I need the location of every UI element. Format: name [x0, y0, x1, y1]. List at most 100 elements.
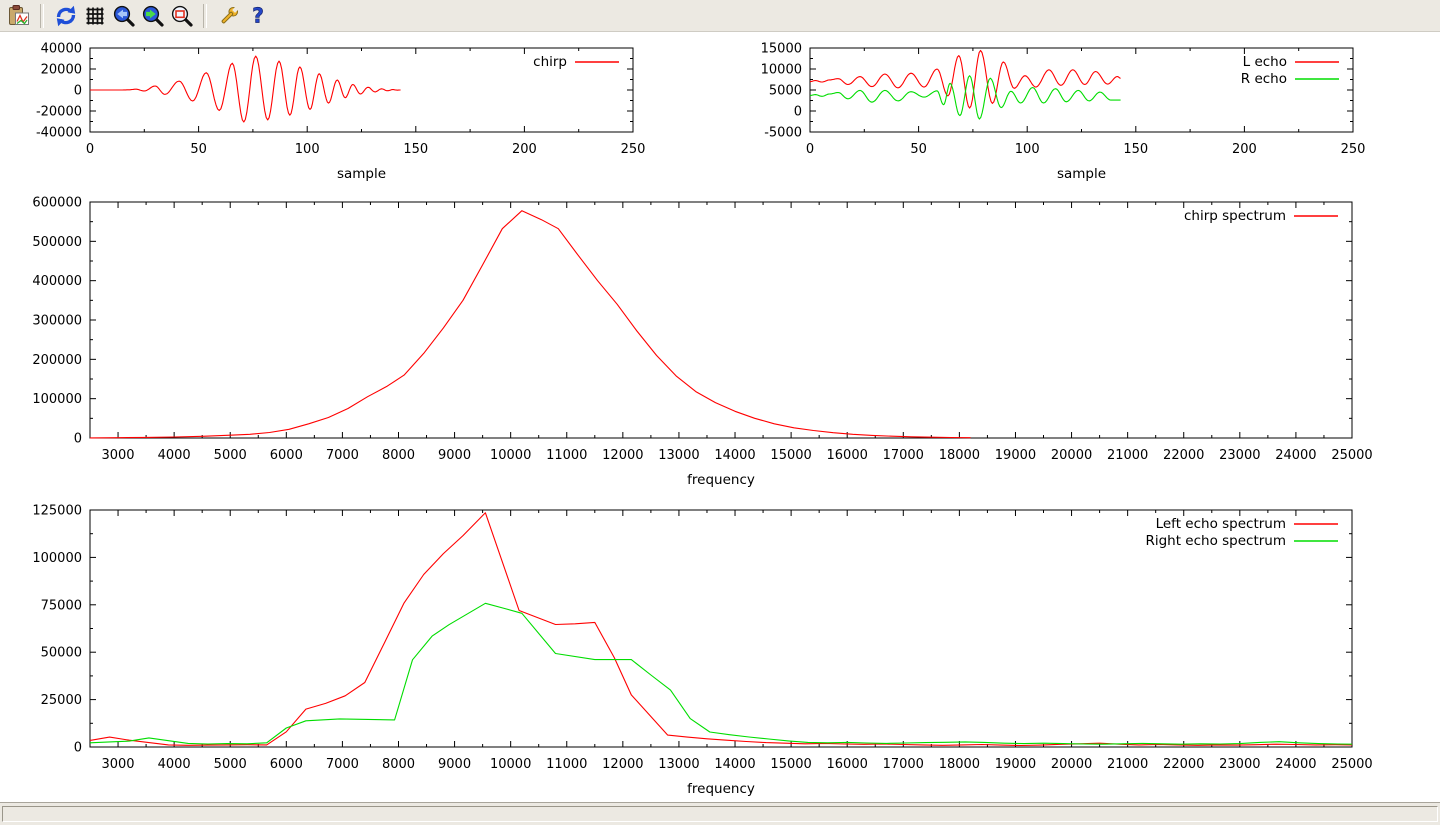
x-tick-label: 5000	[214, 757, 247, 772]
svg-text:?: ?	[252, 4, 264, 28]
x-tick-label: 9000	[438, 448, 471, 463]
replot-button[interactable]	[52, 2, 79, 29]
wrench-icon	[217, 4, 241, 28]
x-tick-label: 100	[295, 142, 320, 157]
x-tick-label: 15000	[770, 448, 811, 463]
x-tick-label: 20000	[1051, 757, 1092, 772]
x-tick-label: 9000	[438, 757, 471, 772]
status-text	[2, 806, 1438, 822]
question-mark-icon: ?	[246, 4, 270, 28]
y-tick-label: 50000	[41, 646, 82, 661]
x-tick-label: 8000	[382, 757, 415, 772]
y-tick-label: 600000	[32, 196, 82, 211]
x-tick-label: 150	[1123, 142, 1148, 157]
x-tick-label: 21000	[1107, 448, 1148, 463]
x-tick-label: 20000	[1051, 448, 1092, 463]
x-tick-label: 7000	[326, 448, 359, 463]
x-tick-label: 18000	[939, 757, 980, 772]
x-tick-label: 25000	[1331, 448, 1372, 463]
x-tick-label: 22000	[1163, 757, 1204, 772]
chirp-spectrum-axes	[90, 202, 1352, 438]
refresh-icon	[54, 4, 78, 28]
x-axis-label: sample	[337, 166, 386, 182]
x-tick-label: 250	[1341, 142, 1366, 157]
x-tick-label: 22000	[1163, 448, 1204, 463]
copy-plot-button[interactable]	[5, 2, 32, 29]
x-tick-label: 50	[910, 142, 927, 157]
x-tick-label: 17000	[883, 757, 924, 772]
x-tick-label: 200	[512, 142, 537, 157]
x-tick-label: 13000	[658, 448, 699, 463]
x-tick-label: 24000	[1275, 757, 1316, 772]
x-axis-label: frequency	[687, 472, 755, 488]
x-tick-label: 50	[190, 142, 207, 157]
series-r-echo	[810, 76, 1121, 119]
x-tick-label: 3000	[101, 448, 134, 463]
configure-button[interactable]	[215, 2, 242, 29]
status-bar	[0, 802, 1440, 825]
x-tick-label: 13000	[658, 757, 699, 772]
plot-chirp-spectrum[interactable]: 3000400050006000700080009000100001100012…	[32, 196, 1372, 489]
y-tick-label: -20000	[36, 105, 82, 120]
legend-label: Right echo spectrum	[1145, 533, 1286, 549]
x-tick-label: 19000	[995, 448, 1036, 463]
x-tick-label: 7000	[326, 757, 359, 772]
series-l-echo	[810, 51, 1121, 109]
x-tick-label: 12000	[602, 448, 643, 463]
y-tick-label: 40000	[41, 42, 82, 57]
y-tick-label: 125000	[32, 504, 82, 519]
magnifier-right-arrow-icon	[141, 4, 165, 28]
x-tick-label: 16000	[827, 448, 868, 463]
magnifier-left-arrow-icon	[112, 4, 136, 28]
x-tick-label: 24000	[1275, 448, 1316, 463]
x-tick-label: 17000	[883, 448, 924, 463]
x-tick-label: 6000	[270, 757, 303, 772]
x-tick-label: 10000	[490, 757, 531, 772]
plot-echo-waveforms[interactable]: 050100150200250-5000050001000015000sampl…	[761, 42, 1366, 183]
y-tick-label: 0	[794, 105, 802, 120]
x-tick-label: 8000	[382, 448, 415, 463]
toggle-grid-button[interactable]	[81, 2, 108, 29]
y-tick-label: 100000	[32, 551, 82, 566]
toolbar-separator	[203, 4, 207, 28]
y-tick-label: 0	[74, 84, 82, 99]
x-tick-label: 16000	[827, 757, 868, 772]
x-tick-label: 250	[621, 142, 646, 157]
x-tick-label: 10000	[490, 448, 531, 463]
x-tick-label: 18000	[939, 448, 980, 463]
y-tick-label: 15000	[761, 42, 802, 57]
x-tick-label: 21000	[1107, 757, 1148, 772]
series-chirp	[90, 56, 401, 122]
x-tick-label: 23000	[1219, 448, 1260, 463]
legend-label: Left echo spectrum	[1156, 516, 1286, 532]
y-tick-label: 200000	[32, 353, 82, 368]
zoom-next-button[interactable]	[139, 2, 166, 29]
series-right-echo-spectrum	[90, 603, 1352, 744]
y-tick-label: -40000	[36, 126, 82, 141]
x-tick-label: 100	[1015, 142, 1040, 157]
y-tick-label: 5000	[769, 84, 802, 99]
legend-label: chirp	[533, 54, 567, 70]
x-tick-label: 200	[1232, 142, 1257, 157]
help-button[interactable]: ?	[244, 2, 271, 29]
x-tick-label: 23000	[1219, 757, 1260, 772]
x-tick-label: 19000	[995, 757, 1036, 772]
plot-chirp-waveform[interactable]: 050100150200250-40000-2000002000040000sa…	[36, 42, 645, 183]
zoom-previous-button[interactable]	[110, 2, 137, 29]
toolbar-separator	[40, 4, 44, 28]
plot-canvas[interactable]: 0 50 100 150 200 250 -40000 -20000 0 20000 40000 sa…	[0, 32, 1440, 803]
toolbar: ?	[0, 0, 1440, 32]
x-tick-label: 4000	[158, 757, 191, 772]
legend-label: L echo	[1243, 54, 1287, 70]
y-tick-label: 20000	[41, 63, 82, 78]
x-tick-label: 11000	[546, 757, 587, 772]
plot-echo-spectra[interactable]: 3000400050006000700080009000100001100012…	[32, 504, 1372, 798]
autoscale-button[interactable]	[168, 2, 195, 29]
y-tick-label: 10000	[761, 63, 802, 78]
grid-icon	[83, 4, 107, 28]
x-tick-label: 150	[403, 142, 428, 157]
legend-label: R echo	[1241, 71, 1287, 87]
y-tick-label: 75000	[41, 598, 82, 613]
y-tick-label: 25000	[41, 693, 82, 708]
x-tick-label: 12000	[602, 757, 643, 772]
